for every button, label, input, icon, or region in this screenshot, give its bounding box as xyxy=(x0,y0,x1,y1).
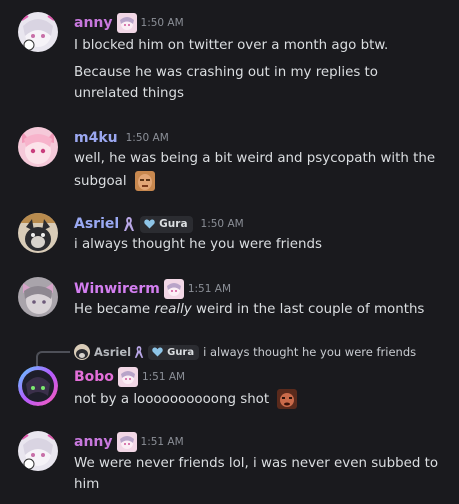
message-text: We were never friends lol, i was never e… xyxy=(74,456,439,471)
message-text-part: He became xyxy=(74,302,155,317)
timestamp: 1:50 AM xyxy=(125,132,169,144)
message-text: Because he was crashing out in my replie… xyxy=(74,65,379,80)
message-text: well, he was being a bit weird and psyco… xyxy=(74,151,436,166)
reply-avatar xyxy=(74,344,90,360)
avatar-m4ku[interactable] xyxy=(18,127,58,167)
shot-face-emote-icon xyxy=(277,389,298,409)
role-emote-icon xyxy=(116,432,137,452)
guild-tag-label: Gura xyxy=(167,346,195,358)
awareness-ribbon-icon xyxy=(134,345,144,359)
message-text: unrelated things xyxy=(74,86,185,101)
role-emote-icon xyxy=(163,279,184,299)
reply-preview[interactable]: Asriel Gura i always thought he you were… xyxy=(74,343,416,361)
guild-tag[interactable]: Gura xyxy=(140,215,193,233)
timestamp: 1:51 AM xyxy=(187,283,232,295)
message-text: not by a loooooooooong shot xyxy=(74,392,270,407)
timestamp: 1:51 AM xyxy=(141,371,186,383)
message-text: i always thought he you were friends xyxy=(74,237,323,252)
timestamp: 1:51 AM xyxy=(140,436,184,448)
timestamp: 1:50 AM xyxy=(140,17,184,29)
heart-icon xyxy=(152,347,163,357)
guild-tag[interactable]: Gura xyxy=(148,344,200,360)
username[interactable]: Bobo xyxy=(74,369,114,385)
message-text-part: weird in the last couple of months xyxy=(191,302,425,317)
avatar-anny[interactable] xyxy=(18,431,58,471)
message-text: him xyxy=(74,477,100,492)
role-emote-icon xyxy=(116,13,137,33)
message-text: I blocked him on twitter over a month ag… xyxy=(74,38,389,53)
avatar-anny[interactable] xyxy=(18,12,58,52)
message-text-emphasis: really xyxy=(154,302,192,317)
avatar-bobo[interactable] xyxy=(18,366,58,406)
username[interactable]: Asriel xyxy=(74,216,119,232)
heart-icon xyxy=(144,219,155,229)
avatar-asriel[interactable] xyxy=(18,213,58,253)
reply-connector xyxy=(36,351,70,367)
reply-text: i always thought he you were friends xyxy=(203,345,417,359)
reply-username[interactable]: Asriel xyxy=(94,345,131,359)
awareness-ribbon-icon xyxy=(123,216,135,232)
subgoal-face-emote-icon xyxy=(134,171,155,191)
username[interactable]: anny xyxy=(74,15,113,31)
message-text: He became really weird in the last coupl… xyxy=(74,300,424,320)
message-text-with-emote: not by a loooooooooong shot xyxy=(74,389,298,410)
role-emote-icon xyxy=(117,367,138,387)
message-text-with-emote: subgoal xyxy=(74,171,155,192)
timestamp: 1:50 AM xyxy=(200,218,244,230)
avatar-winwirerm[interactable] xyxy=(18,277,58,317)
username[interactable]: m4ku xyxy=(74,130,118,146)
message-text: subgoal xyxy=(74,174,127,189)
guild-tag-label: Gura xyxy=(159,218,188,230)
username[interactable]: anny xyxy=(74,434,113,450)
username[interactable]: Winwirerm xyxy=(74,281,160,297)
